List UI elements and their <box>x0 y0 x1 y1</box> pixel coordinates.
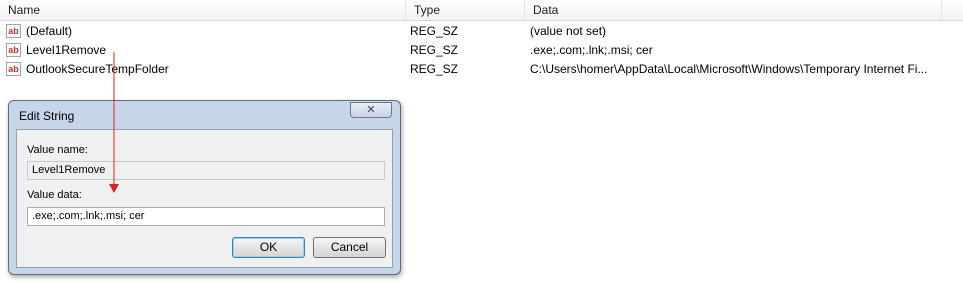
registry-row-default[interactable]: ab (Default) REG_SZ (value not set) <box>0 22 963 41</box>
dialog-body: Value name: Level1Remove Value data: .ex… <box>16 129 393 268</box>
close-button[interactable]: ✕ <box>350 102 392 118</box>
column-header-type[interactable]: Type <box>405 0 524 20</box>
row-data: C:\Users\homer\AppData\Local\Microsoft\W… <box>530 62 928 76</box>
registry-row-level1remove[interactable]: ab Level1Remove REG_SZ .exe;.com;.lnk;.m… <box>0 41 963 60</box>
column-header-name[interactable]: Name <box>0 0 405 20</box>
row-data: .exe;.com;.lnk;.msi; cer <box>530 43 653 57</box>
registry-row-outlooksecuretempfolder[interactable]: ab OutlookSecureTempFolder REG_SZ C:\Use… <box>0 60 963 79</box>
close-icon: ✕ <box>366 104 376 116</box>
row-name: OutlookSecureTempFolder <box>26 62 169 76</box>
dialog-title: Edit String <box>19 109 75 123</box>
list-header: Name Type Data <box>0 0 963 21</box>
string-value-icon: ab <box>6 62 21 76</box>
ok-button[interactable]: OK <box>232 237 305 258</box>
row-type: REG_SZ <box>410 62 459 76</box>
value-name-field: Level1Remove <box>27 161 385 180</box>
value-data-label: Value data: <box>27 189 82 201</box>
row-type: REG_SZ <box>410 43 459 57</box>
row-data: (value not set) <box>530 24 607 38</box>
row-type: REG_SZ <box>410 24 459 38</box>
row-name: (Default) <box>26 24 73 38</box>
string-value-icon: ab <box>6 24 21 38</box>
row-name: Level1Remove <box>26 43 107 57</box>
value-data-input[interactable]: .exe;.com;.lnk;.msi; cer <box>27 207 385 226</box>
cancel-button[interactable]: Cancel <box>313 237 386 258</box>
string-value-icon: ab <box>6 43 21 57</box>
value-name-label: Value name: <box>27 144 88 156</box>
column-header-data[interactable]: Data <box>524 0 942 20</box>
edit-string-dialog: Edit String ✕ Value name: Level1Remove V… <box>8 100 401 275</box>
